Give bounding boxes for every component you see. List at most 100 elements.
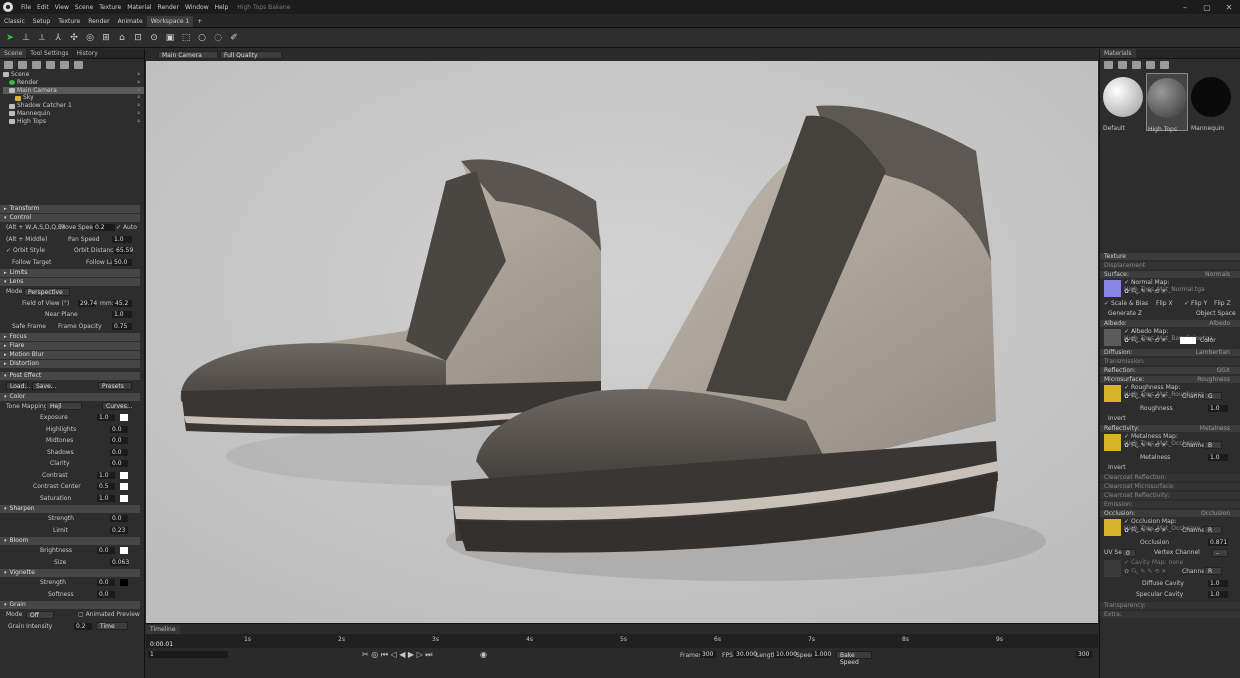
menu-render[interactable]: Render	[155, 4, 182, 11]
duplicate-icon[interactable]	[46, 61, 55, 69]
fov-field[interactable]: 29.74	[78, 299, 97, 307]
roughness-field[interactable]: 1.0	[1208, 404, 1228, 412]
pan-speed-field[interactable]: 1.0	[112, 235, 132, 243]
add-camera-icon[interactable]	[32, 61, 41, 69]
transport-controls[interactable]: ✂ ◎ ⏮ ◁ ◀ ▶ ▷ ⏭	[362, 650, 433, 660]
shadows-field[interactable]: 0.0	[110, 448, 128, 456]
section-bloom[interactable]: Bloom	[0, 537, 140, 545]
vignette-color-swatch[interactable]	[120, 579, 128, 587]
section-transform[interactable]: Transform	[0, 205, 140, 213]
menu-help[interactable]: Help	[212, 4, 232, 11]
metalness-channel-dropdown[interactable]: B	[1204, 441, 1222, 449]
select-arrow-icon[interactable]: ➤	[4, 32, 16, 44]
menu-file[interactable]: File	[18, 4, 34, 11]
length-field[interactable]: 10.000	[774, 651, 797, 658]
lock-icon[interactable]: 🔒︎	[137, 71, 140, 79]
tab-render[interactable]: Render	[84, 16, 113, 27]
saturation-field[interactable]: 1.0	[97, 494, 115, 502]
tree-item-sky[interactable]: Sky 🔒︎	[3, 94, 144, 102]
circle-select-icon[interactable]: ○	[196, 32, 208, 44]
section-transmission[interactable]: Transmission:	[1100, 358, 1240, 365]
section-flare[interactable]: Flare	[0, 342, 140, 350]
exposure-swatch[interactable]	[120, 414, 128, 422]
frame-opacity-field[interactable]: 0.75	[112, 322, 132, 330]
section-color[interactable]: Color	[0, 392, 140, 401]
exposure-field[interactable]: 1.0	[97, 414, 115, 422]
material-high-tops[interactable]: High Tops	[1146, 73, 1188, 133]
lens-mode-dropdown[interactable]: Perspective	[24, 287, 70, 296]
uv-set-dropdown[interactable]: 0	[1122, 548, 1136, 557]
section-occlusion[interactable]: Occlusion: Occlusion	[1100, 510, 1240, 517]
frame-selected-icon[interactable]: ⊡	[132, 32, 144, 44]
grid-icon[interactable]: ⊞	[100, 32, 112, 44]
metalness-field[interactable]: 1.0	[1208, 453, 1228, 461]
roughness-channel-dropdown[interactable]: G	[1204, 392, 1222, 400]
section-focus[interactable]: Focus	[0, 333, 140, 341]
delete-material-icon[interactable]	[1160, 61, 1169, 69]
add-object-icon[interactable]	[4, 61, 13, 69]
contrast-field[interactable]: 1.0	[97, 471, 115, 479]
delete-icon[interactable]	[74, 61, 83, 69]
menu-window[interactable]: Window	[182, 4, 212, 11]
section-control[interactable]: Control	[0, 214, 140, 222]
clarity-field[interactable]: 0.0	[110, 460, 128, 468]
occlusion-map-thumbnail[interactable]	[1104, 519, 1121, 536]
animated-preview-checkbox[interactable]: ▢ Animated Preview	[78, 611, 140, 618]
sharpen-strength-field[interactable]: 0.0	[110, 515, 128, 523]
grain-time-dropdown[interactable]: Time	[96, 622, 128, 631]
loop-icon[interactable]: ◉	[480, 650, 487, 659]
bloom-brightness-field[interactable]: 0.0	[97, 547, 115, 555]
presets-button[interactable]: Presets	[98, 381, 132, 390]
fps-field[interactable]: 30.000	[734, 651, 757, 658]
globe-icon[interactable]: ◎	[84, 32, 96, 44]
gizmo-icon[interactable]: ✣	[68, 32, 80, 44]
section-texture[interactable]: Texture	[1100, 253, 1240, 260]
maximize-button[interactable]: ▢	[1196, 0, 1218, 14]
section-diffusion[interactable]: Diffusion: Lambertian	[1100, 349, 1240, 356]
focus-icon[interactable]: ⊙	[148, 32, 160, 44]
auto-checkbox[interactable]: ✓ Auto	[116, 224, 137, 231]
section-limits[interactable]: Limits	[0, 269, 140, 277]
follow-lag-field[interactable]: 50.0	[112, 258, 132, 266]
bake-speed-button[interactable]: Bake Speed	[836, 651, 872, 666]
specular-cavity-field[interactable]: 1.0	[1208, 591, 1228, 598]
section-distortion[interactable]: Distortion	[0, 360, 140, 368]
section-clearcoat-microsurface[interactable]: Clearcoat Microsurface:	[1100, 483, 1240, 490]
quality-dropdown[interactable]: Full Quality	[220, 51, 282, 59]
cavity-map-thumbnail[interactable]	[1104, 560, 1121, 577]
material-default[interactable]: Default	[1102, 73, 1144, 132]
lasso-icon[interactable]: ◌	[212, 32, 224, 44]
albedo-map-thumbnail[interactable]	[1104, 329, 1121, 346]
bloom-size-field[interactable]: 0.063	[110, 558, 129, 566]
diffuse-cavity-field[interactable]: 1.0	[1208, 580, 1228, 587]
export-material-icon[interactable]	[1146, 61, 1155, 69]
marquee-select-icon[interactable]: ⬚	[180, 32, 192, 44]
tab-classic[interactable]: Classic	[0, 16, 29, 27]
sharpen-limit-field[interactable]: 0.23	[110, 526, 128, 534]
vertex-channel-dropdown[interactable]: –	[1212, 548, 1228, 557]
section-transparency[interactable]: Transparency:	[1100, 602, 1240, 609]
roughness-map-thumbnail[interactable]	[1104, 385, 1121, 402]
menu-view[interactable]: View	[52, 4, 72, 11]
section-clearcoat-reflectivity[interactable]: Clearcoat Reflectivity:	[1100, 492, 1240, 499]
section-emission[interactable]: Emission:	[1100, 501, 1240, 508]
tone-mapping-dropdown[interactable]: Hejl	[46, 402, 82, 411]
orbit-style-checkbox[interactable]: ✓ Orbit Style	[6, 247, 45, 254]
section-motion-blur[interactable]: Motion Blur	[0, 351, 140, 359]
tab-scene[interactable]: Scene	[0, 49, 27, 58]
tab-texture[interactable]: Texture	[54, 16, 84, 27]
cavity-channel-dropdown[interactable]: R	[1204, 567, 1222, 575]
tree-item-high-tops[interactable]: High Tops 🔒︎	[3, 118, 144, 126]
tab-history[interactable]: History	[72, 49, 101, 58]
section-clearcoat-reflection[interactable]: Clearcoat Reflection:	[1100, 474, 1240, 481]
duplicate-material-icon[interactable]	[1118, 61, 1127, 69]
timeline-ruler[interactable]: 0:00.01 1s 2s 3s 4s 5s 6s 7s 8s 9s	[146, 634, 1098, 648]
add-light-icon[interactable]	[18, 61, 27, 69]
load-button[interactable]: Load...	[6, 381, 30, 390]
contrast-center-field[interactable]: 0.5	[97, 483, 115, 491]
move-speed-field[interactable]: 0.2	[93, 224, 115, 232]
add-tab-button[interactable]: +	[193, 16, 206, 27]
section-albedo[interactable]: Albedo: Albedo	[1100, 320, 1240, 327]
tree-item-main-camera[interactable]: Main Camera 🔒︎	[3, 86, 144, 95]
vignette-softness-field[interactable]: 0.0	[97, 590, 115, 598]
